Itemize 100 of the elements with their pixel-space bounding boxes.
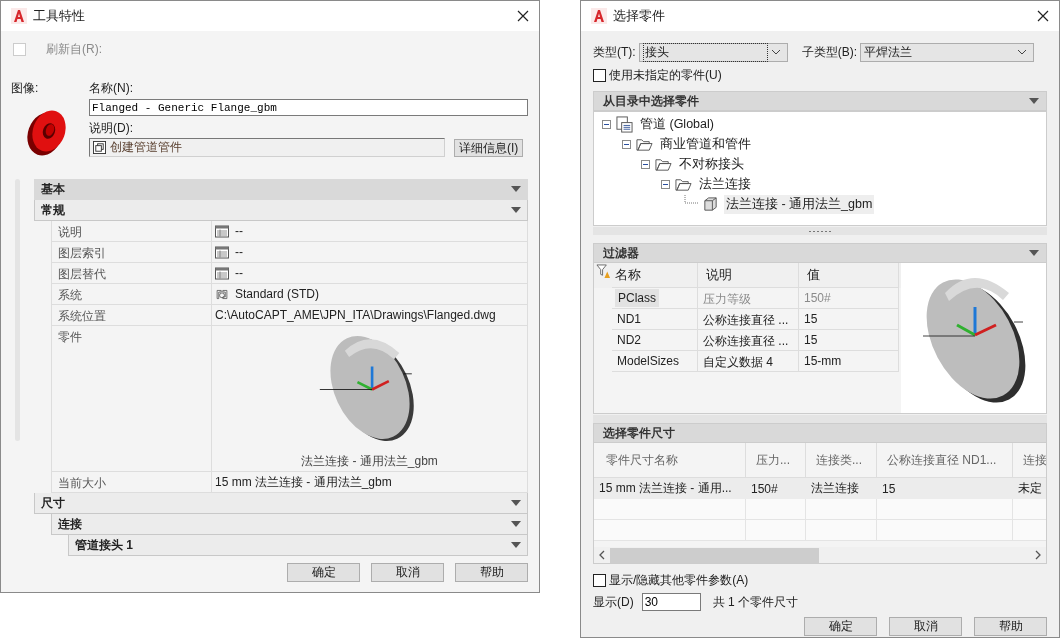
category-label: 管道接头 1 xyxy=(75,536,133,554)
dialog-button[interactable]: 取消 xyxy=(371,563,444,582)
dialog-button[interactable]: 帮助 xyxy=(974,617,1047,636)
image-label: 图像: xyxy=(11,80,40,97)
section-header[interactable]: 选择零件尺寸 xyxy=(593,423,1047,443)
table-cell: 15 xyxy=(799,330,899,351)
property-name: 说明 xyxy=(52,221,212,241)
category-header[interactable]: 管道接头 1 xyxy=(68,535,528,556)
scroll-left-icon[interactable] xyxy=(598,550,606,560)
description-field[interactable]: 创建管道管件 xyxy=(89,138,445,157)
checkbox-label: 显示/隐藏其他零件参数(A) xyxy=(609,571,749,589)
field-label: 类型(T): xyxy=(593,43,636,61)
size-count: 共 1 个零件尺寸 xyxy=(712,593,798,611)
tree-item[interactable]: 法兰连接 xyxy=(696,174,753,194)
table-cell[interactable]: 法兰连接 xyxy=(806,478,877,499)
field-label: 显示(D) xyxy=(593,593,634,611)
collapse-icon[interactable] xyxy=(660,179,670,189)
collapse-icon[interactable] xyxy=(641,159,650,169)
app-logo-icon xyxy=(591,8,607,24)
category-header[interactable]: 基本 xyxy=(34,179,528,200)
caret-icon xyxy=(511,500,521,506)
table-cell[interactable]: 15 mm 法兰连接 - 通用... xyxy=(594,478,746,499)
collapse-icon[interactable] xyxy=(621,139,631,149)
section-title: 从目录中选择零件 xyxy=(603,92,699,110)
category-label: 常规 xyxy=(41,201,65,219)
property-name: 系统 xyxy=(52,284,212,304)
window-title: 工具特性 xyxy=(33,7,86,25)
close-icon[interactable] xyxy=(1037,10,1049,22)
table-cell-text: ModelSizes xyxy=(616,354,681,368)
table-cell-text: ND2 xyxy=(616,333,642,347)
count-field[interactable]: 30 xyxy=(641,593,701,611)
cube-icon xyxy=(702,195,719,213)
field-label: 子类型(B): xyxy=(801,43,857,61)
dialog-button[interactable]: 确定 xyxy=(804,617,877,636)
category-label: 尺寸 xyxy=(41,494,65,512)
type-dropdown[interactable]: 接头 xyxy=(638,42,788,62)
property-value: C:\AutoCAPT_AME\JPN_ITA\Drawings\Flanged.dwg xyxy=(215,308,496,322)
dialog-button[interactable]: 取消 xyxy=(889,617,962,636)
copy-icon xyxy=(93,141,106,154)
table-cell: 150# xyxy=(799,288,899,309)
category-header[interactable]: 连接 xyxy=(51,514,528,535)
tree-connector xyxy=(684,195,700,207)
table-cell: 公称连接直径 ... xyxy=(698,330,799,351)
pipe-system-icon xyxy=(215,287,229,301)
field-label: 说明(D): xyxy=(89,120,134,137)
subtype-dropdown[interactable]: 平焊法兰 xyxy=(860,42,1034,62)
category-label: 基本 xyxy=(41,180,65,198)
section-header[interactable]: 从目录中选择零件 xyxy=(593,91,1047,111)
horizontal-scrollbar[interactable] xyxy=(594,547,1046,563)
column-header[interactable]: 值 xyxy=(799,263,899,288)
category-label: 连接 xyxy=(58,515,82,533)
caret-icon xyxy=(1029,250,1039,256)
tree-item[interactable]: 法兰连接 - 通用法兰_gbm xyxy=(724,194,875,214)
property-name: 图层索引 xyxy=(52,242,212,262)
scroll-right-icon[interactable] xyxy=(1034,550,1042,560)
chevron-icon xyxy=(770,49,781,55)
filter-icon[interactable] xyxy=(596,264,611,279)
collapse-icon[interactable] xyxy=(602,119,611,129)
catalog-icon xyxy=(616,115,633,133)
table-cell[interactable]: 未定 xyxy=(1013,478,1046,499)
table-icon xyxy=(215,266,229,280)
property-value: -- xyxy=(235,224,243,238)
property-value: -- xyxy=(235,266,243,280)
property-name: 当前大小 xyxy=(52,472,212,492)
app-logo-icon xyxy=(11,8,27,24)
section-header[interactable]: 过滤器 xyxy=(593,243,1047,263)
caret-icon xyxy=(511,542,521,548)
dialog-button[interactable]: 确定 xyxy=(287,563,360,582)
caret-icon xyxy=(511,186,521,192)
chevron-icon xyxy=(1017,49,1027,55)
table-cell[interactable]: 150# xyxy=(746,478,806,499)
splitter-handle[interactable] xyxy=(593,227,1047,235)
table-cell: 15 xyxy=(799,309,899,330)
table-cell: 公称连接直径 ... xyxy=(698,309,799,330)
close-icon[interactable] xyxy=(517,10,529,22)
section-title: 选择零件尺寸 xyxy=(603,424,675,442)
table-cell: 压力等级 xyxy=(698,288,799,309)
name-field[interactable]: Flanged - Generic Flange_gbm xyxy=(89,99,528,116)
caret-icon xyxy=(1029,98,1039,104)
property-value: -- xyxy=(235,245,243,259)
category-header[interactable]: 常规 xyxy=(34,200,528,221)
section-title: 过滤器 xyxy=(603,244,639,262)
table-cell[interactable]: 15 xyxy=(877,478,1013,499)
tree-item[interactable]: 管道 (Global) xyxy=(638,114,716,134)
tree-item[interactable]: 商业管道和管件 xyxy=(657,134,753,154)
category-header[interactable]: 尺寸 xyxy=(34,493,528,514)
checkbox[interactable] xyxy=(593,573,606,587)
table-cell: 15-mm xyxy=(799,351,899,372)
dialog-button[interactable]: 帮助 xyxy=(455,563,528,582)
checkbox[interactable] xyxy=(593,68,606,82)
column-header[interactable]: 名称 xyxy=(612,263,698,288)
property-name: 图层替代 xyxy=(52,263,212,283)
property-value: 15 mm 法兰连接 - 通用法兰_gbm xyxy=(215,473,392,491)
property-value: Standard (STD) xyxy=(235,287,320,301)
column-header[interactable]: 说明 xyxy=(698,263,799,288)
checkbox-label: 刷新自(R): xyxy=(46,40,102,58)
property-name: 零件 xyxy=(52,326,212,471)
details-button[interactable]: 详细信息(I) xyxy=(454,139,524,157)
table-cell-text: ND1 xyxy=(616,312,642,326)
tree-item[interactable]: 不对称接头 xyxy=(677,154,746,174)
